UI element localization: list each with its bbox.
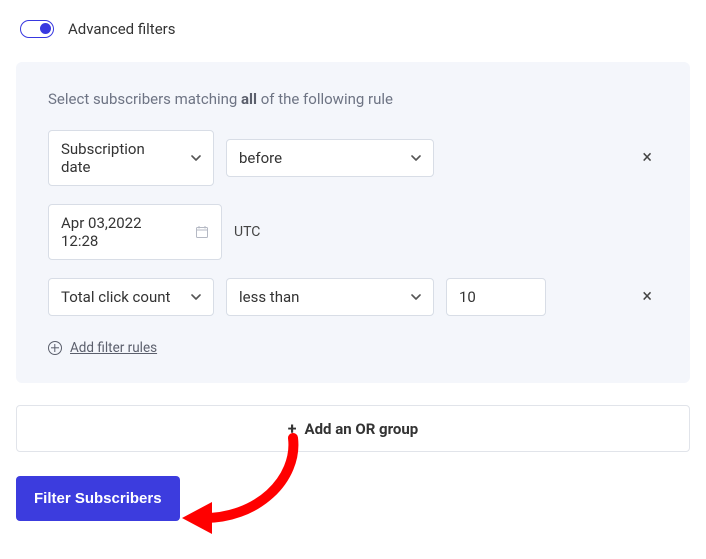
- rule-operator-label: before: [239, 149, 282, 167]
- add-filter-rules-label: Add filter rules: [70, 340, 157, 356]
- chevron-down-icon: [191, 153, 201, 163]
- rule-operator-label: less than: [239, 288, 299, 306]
- rule-operator-select[interactable]: less than: [226, 278, 434, 316]
- add-or-group-button[interactable]: + Add an OR group: [16, 405, 690, 452]
- rule-field-label: Subscription date: [61, 140, 177, 176]
- rule-field-select[interactable]: Subscription date: [48, 130, 214, 186]
- rule-field-label: Total click count: [61, 288, 170, 306]
- plus-icon: +: [288, 419, 297, 438]
- filter-subscribers-button[interactable]: Filter Subscribers: [16, 476, 180, 521]
- rule-value-input[interactable]: 10: [446, 278, 546, 316]
- rule-date-value: Apr 03,2022 12:28: [61, 214, 181, 250]
- plus-circle-icon: [48, 341, 62, 355]
- add-or-group-label: Add an OR group: [305, 420, 419, 438]
- filter-heading-post: of the following rule: [257, 90, 393, 108]
- filter-heading-bold: all: [241, 90, 257, 108]
- filter-heading-pre: Select subscribers matching: [48, 90, 241, 108]
- filter-rule-value: Apr 03,2022 12:28 UTC: [48, 204, 658, 260]
- rule-field-select[interactable]: Total click count: [48, 278, 214, 316]
- chevron-down-icon: [411, 153, 421, 163]
- advanced-filters-label: Advanced filters: [68, 20, 175, 38]
- remove-rule-button[interactable]: ×: [636, 284, 658, 310]
- remove-rule-button[interactable]: ×: [636, 145, 658, 171]
- filter-rule: Subscription date before ×: [48, 130, 658, 186]
- rule-value: 10: [459, 288, 476, 306]
- rule-operator-select[interactable]: before: [226, 139, 434, 177]
- filter-panel: Select subscribers matching all of the f…: [16, 62, 690, 383]
- filter-rule: Total click count less than 10 ×: [48, 278, 658, 316]
- advanced-filters-toggle[interactable]: [20, 20, 54, 38]
- rule-date-input[interactable]: Apr 03,2022 12:28: [48, 204, 222, 260]
- filter-heading: Select subscribers matching all of the f…: [48, 90, 658, 108]
- add-filter-rules-button[interactable]: Add filter rules: [48, 340, 157, 356]
- timezone-label: UTC: [234, 224, 260, 240]
- chevron-down-icon: [191, 292, 201, 302]
- calendar-icon: [195, 225, 209, 239]
- chevron-down-icon: [411, 292, 421, 302]
